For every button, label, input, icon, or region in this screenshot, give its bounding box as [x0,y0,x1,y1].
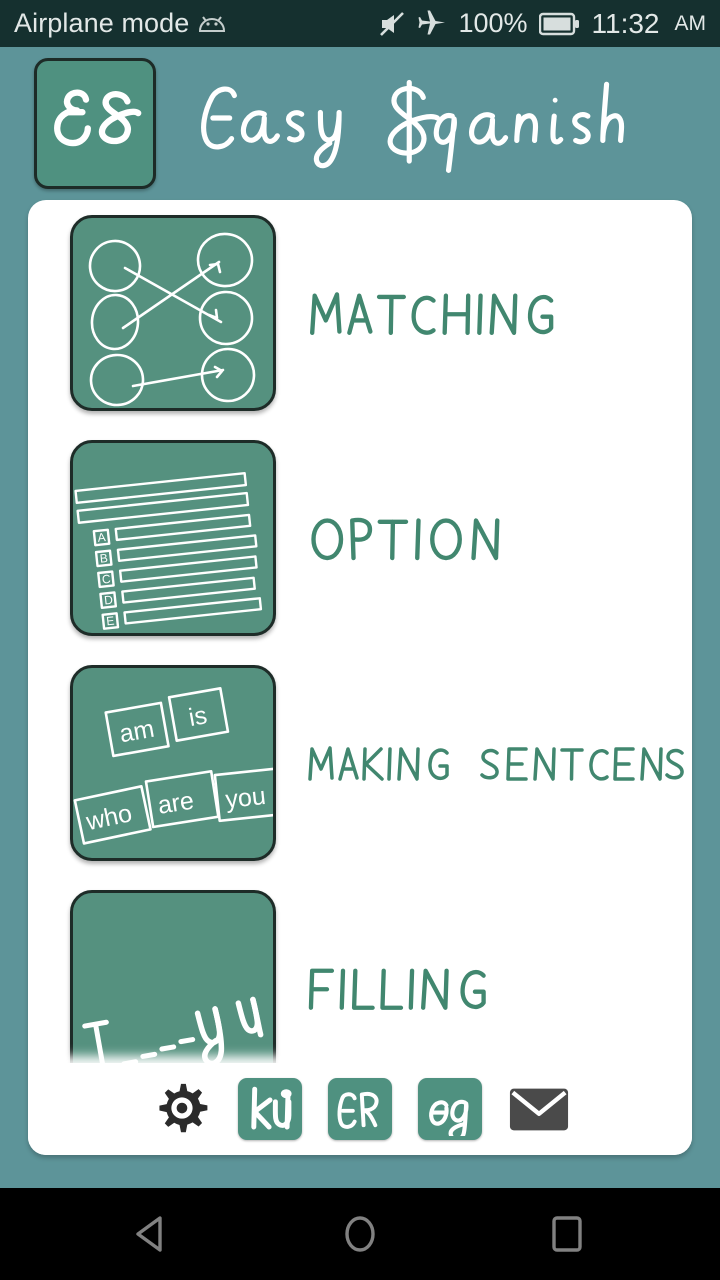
easy-russian-button[interactable] [328,1078,392,1140]
nav-recents-button[interactable] [538,1204,598,1264]
android-icon [197,14,227,34]
nav-back-button[interactable] [122,1204,182,1264]
list-item-label-making-sentences [306,730,686,796]
list-item-matching[interactable] [28,200,692,425]
svg-text:C: C [101,571,111,586]
phone-screen: Airplane mode 100% 11:32 AM A B C D E am… [0,0,720,1280]
main-card: A B C D E am is who are you [28,200,692,1155]
svg-text:A: A [97,530,106,545]
back-triangle-icon [136,1216,162,1252]
app-header [0,47,720,199]
exercise-list: A B C D E am is who are you [28,200,692,1100]
option-icon-tile[interactable]: A B C D E [70,439,276,636]
volume-mute-icon [378,10,406,38]
making-sentences-label-art [308,745,684,781]
bottom-toolbar [28,1063,692,1155]
kolay-ingilizce-button[interactable] [238,1078,302,1140]
matching-icon-tile[interactable] [70,214,276,411]
list-item-label-filling [306,955,491,1021]
multiple-choice-icon: A B C D E [74,471,263,630]
er-logo-icon [337,1091,379,1129]
filling-label-art [308,968,486,1010]
status-bar: Airplane mode 100% 11:32 AM [0,0,720,47]
filling-icon-tile[interactable] [70,889,276,1086]
eg-logo-icon [429,1099,469,1136]
ku-logo-icon [251,1086,292,1130]
svg-text:is: is [187,701,210,732]
clock-time: 11:32 [591,7,660,39]
svg-text:D: D [103,592,113,607]
android-nav-bar [0,1188,720,1280]
app-logo-tile[interactable] [34,57,156,189]
airplane-mode-text: Airplane mode [14,8,190,38]
list-item-label-option [306,505,506,571]
status-bar-right: 100% 11:32 AM [378,8,706,40]
fill-in-the-blank-icon [82,996,264,1078]
settings-button[interactable] [150,1078,212,1140]
es-logo-icon [54,89,142,147]
list-item-making-sentences[interactable]: am is who are you [28,650,692,875]
easy-german-button[interactable] [418,1078,482,1140]
envelope-icon [509,1088,569,1131]
airplane-mode-icon [417,10,447,38]
app-title [182,58,687,178]
making-sentences-icon-tile[interactable]: am is who are you [70,664,276,861]
svg-text:B: B [99,550,108,565]
home-circle-icon [345,1216,375,1252]
svg-text:E: E [106,613,115,628]
svg-text:are: are [156,786,196,819]
word-tiles-icon: am is who are you [73,686,273,845]
easy-spanish-wordmark [201,79,625,173]
battery-full-icon [538,12,581,36]
contact-button[interactable] [508,1078,570,1140]
list-item-label-matching [306,280,566,346]
matching-label-art [310,291,554,335]
clock-ampm: AM [674,11,707,35]
nav-home-button[interactable] [330,1204,390,1264]
svg-text:who: who [83,799,135,836]
matching-circles-icon [88,232,256,406]
list-item-option[interactable]: A B C D E [28,425,692,650]
option-label-art [311,517,500,560]
svg-text:you: you [224,781,267,813]
recents-square-icon [552,1216,582,1252]
battery-percent-text: 100% [458,8,528,38]
svg-text:am: am [117,714,156,748]
status-bar-left: Airplane mode [14,8,227,39]
gear-icon [159,1083,208,1133]
